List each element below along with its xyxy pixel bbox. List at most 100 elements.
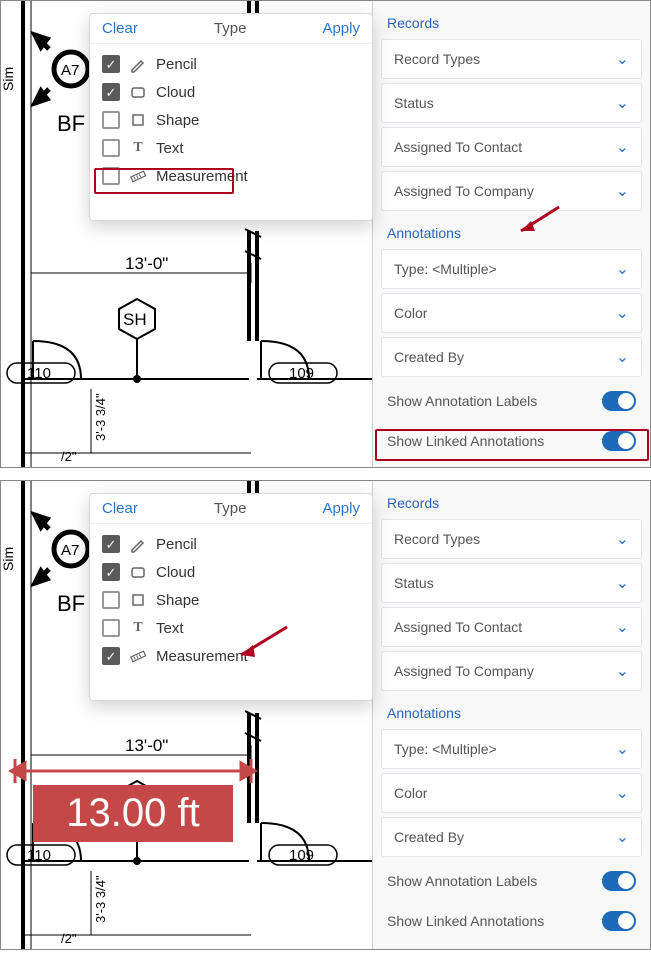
screenshot-before: Sim A7 BF 13'-0" SH 110 109 3'-3 3/4" /2… bbox=[0, 0, 651, 468]
records-heading: Records bbox=[373, 5, 650, 39]
type-row-measurement[interactable]: ✓ Measurement bbox=[98, 642, 364, 670]
type-multiple-row[interactable]: Type: <Multiple> ⌄ bbox=[381, 729, 642, 769]
assigned-contact-row[interactable]: Assigned To Contact ⌄ bbox=[381, 127, 642, 167]
svg-text:109: 109 bbox=[289, 365, 314, 382]
svg-text:BF: BF bbox=[57, 111, 85, 136]
color-row[interactable]: Color ⌄ bbox=[381, 773, 642, 813]
checkbox-text[interactable] bbox=[102, 139, 120, 157]
show-linked-toggle[interactable] bbox=[602, 431, 636, 451]
type-row-shape[interactable]: Shape bbox=[98, 586, 364, 614]
assigned-company-row[interactable]: Assigned To Company ⌄ bbox=[381, 651, 642, 691]
popup-title: Type bbox=[214, 500, 247, 517]
status-row[interactable]: Status ⌄ bbox=[381, 83, 642, 123]
assigned-company-row[interactable]: Assigned To Company ⌄ bbox=[381, 171, 642, 211]
type-label: Cloud bbox=[156, 84, 195, 101]
type-row-pencil[interactable]: ✓ Pencil bbox=[98, 50, 364, 78]
toggle-label: Show Linked Annotations bbox=[387, 913, 544, 929]
type-row-cloud[interactable]: ✓ Cloud bbox=[98, 78, 364, 106]
type-row-cloud[interactable]: ✓ Cloud bbox=[98, 558, 364, 586]
chevron-down-icon: ⌄ bbox=[616, 661, 629, 681]
type-label: Measurement bbox=[156, 168, 248, 185]
chevron-down-icon: ⌄ bbox=[616, 827, 629, 847]
chevron-down-icon: ⌄ bbox=[616, 49, 629, 69]
chevron-down-icon: ⌄ bbox=[616, 783, 629, 803]
svg-text:109: 109 bbox=[289, 847, 314, 864]
record-types-row[interactable]: Record Types ⌄ bbox=[381, 39, 642, 79]
type-label: Pencil bbox=[156, 536, 197, 553]
type-label: Shape bbox=[156, 592, 199, 609]
cloud-icon bbox=[128, 563, 148, 581]
clear-button[interactable]: Clear bbox=[102, 20, 138, 37]
pencil-icon bbox=[128, 55, 148, 73]
svg-text:SH: SH bbox=[123, 310, 147, 329]
popup-title: Type bbox=[214, 20, 247, 37]
svg-text:13'-0": 13'-0" bbox=[125, 736, 168, 755]
svg-text:Sim: Sim bbox=[1, 547, 16, 571]
chevron-down-icon: ⌄ bbox=[616, 93, 629, 113]
status-row[interactable]: Status ⌄ bbox=[381, 563, 642, 603]
svg-text:110: 110 bbox=[27, 365, 51, 382]
chevron-down-icon: ⌄ bbox=[616, 303, 629, 323]
created-by-row[interactable]: Created By ⌄ bbox=[381, 817, 642, 857]
show-linked-toggle[interactable] bbox=[602, 911, 636, 931]
type-label: Text bbox=[156, 140, 184, 157]
type-filter-popup: Clear Type Apply ✓ Pencil ✓ Cloud Shape bbox=[89, 493, 373, 701]
checkbox-cloud[interactable]: ✓ bbox=[102, 83, 120, 101]
row-label: Type: <Multiple> bbox=[394, 741, 497, 757]
row-label: Color bbox=[394, 305, 427, 321]
type-label: Shape bbox=[156, 112, 199, 129]
clear-button[interactable]: Clear bbox=[102, 500, 138, 517]
type-row-measurement[interactable]: Measurement bbox=[98, 162, 364, 190]
show-unlinked-row: Show Unlinked Annotations bbox=[373, 461, 650, 468]
type-row-text[interactable]: T Text bbox=[98, 614, 364, 642]
svg-text:13'-0": 13'-0" bbox=[125, 254, 168, 273]
chevron-down-icon: ⌄ bbox=[616, 573, 629, 593]
checkbox-shape[interactable] bbox=[102, 591, 120, 609]
checkbox-shape[interactable] bbox=[102, 111, 120, 129]
svg-text:/2": /2" bbox=[61, 931, 77, 946]
show-annotation-labels-toggle[interactable] bbox=[602, 391, 636, 411]
svg-text:A7: A7 bbox=[61, 62, 79, 79]
checkbox-pencil[interactable]: ✓ bbox=[102, 55, 120, 73]
row-label: Type: <Multiple> bbox=[394, 261, 497, 277]
checkbox-text[interactable] bbox=[102, 619, 120, 637]
svg-text:/2": /2" bbox=[61, 449, 77, 464]
svg-text:BF: BF bbox=[57, 591, 85, 616]
annotations-heading: Annotations bbox=[373, 215, 650, 249]
checkbox-cloud[interactable]: ✓ bbox=[102, 563, 120, 581]
checkbox-measurement[interactable] bbox=[102, 167, 120, 185]
row-label: Created By bbox=[394, 829, 464, 845]
apply-button[interactable]: Apply bbox=[322, 20, 360, 37]
text-icon: T bbox=[128, 140, 148, 156]
row-label: Status bbox=[394, 575, 434, 591]
type-row-pencil[interactable]: ✓ Pencil bbox=[98, 530, 364, 558]
type-multiple-row[interactable]: Type: <Multiple> ⌄ bbox=[381, 249, 642, 289]
type-row-text[interactable]: T Text bbox=[98, 134, 364, 162]
type-label: Text bbox=[156, 620, 184, 637]
shape-icon bbox=[128, 111, 148, 129]
show-annotation-labels-toggle[interactable] bbox=[602, 871, 636, 891]
checkbox-pencil[interactable]: ✓ bbox=[102, 535, 120, 553]
pencil-icon bbox=[128, 535, 148, 553]
apply-button[interactable]: Apply bbox=[322, 500, 360, 517]
color-row[interactable]: Color ⌄ bbox=[381, 293, 642, 333]
type-row-shape[interactable]: Shape bbox=[98, 106, 364, 134]
cloud-icon bbox=[128, 83, 148, 101]
show-linked-row: Show Linked Annotations bbox=[373, 421, 650, 461]
toggle-label: Show Annotation Labels bbox=[387, 873, 537, 889]
checkbox-measurement[interactable]: ✓ bbox=[102, 647, 120, 665]
filter-sidebar: Records Record Types ⌄ Status ⌄ Assigned… bbox=[372, 1, 650, 467]
screenshot-after: Sim A7 BF 13'-0" SH 110 109 3'-3 3/4" /2… bbox=[0, 480, 651, 950]
record-types-row[interactable]: Record Types ⌄ bbox=[381, 519, 642, 559]
type-label: Cloud bbox=[156, 564, 195, 581]
toggle-label: Show Linked Annotations bbox=[387, 433, 544, 449]
chevron-down-icon: ⌄ bbox=[616, 137, 629, 157]
assigned-contact-row[interactable]: Assigned To Contact ⌄ bbox=[381, 607, 642, 647]
show-linked-row: Show Linked Annotations bbox=[373, 901, 650, 941]
svg-text:110: 110 bbox=[27, 847, 51, 864]
type-filter-popup: Clear Type Apply ✓ Pencil ✓ Cloud Shape bbox=[89, 13, 373, 221]
toggle-label: Show Annotation Labels bbox=[387, 393, 537, 409]
measurement-value-badge: 13.00 ft bbox=[33, 785, 233, 842]
created-by-row[interactable]: Created By ⌄ bbox=[381, 337, 642, 377]
row-label: Created By bbox=[394, 349, 464, 365]
